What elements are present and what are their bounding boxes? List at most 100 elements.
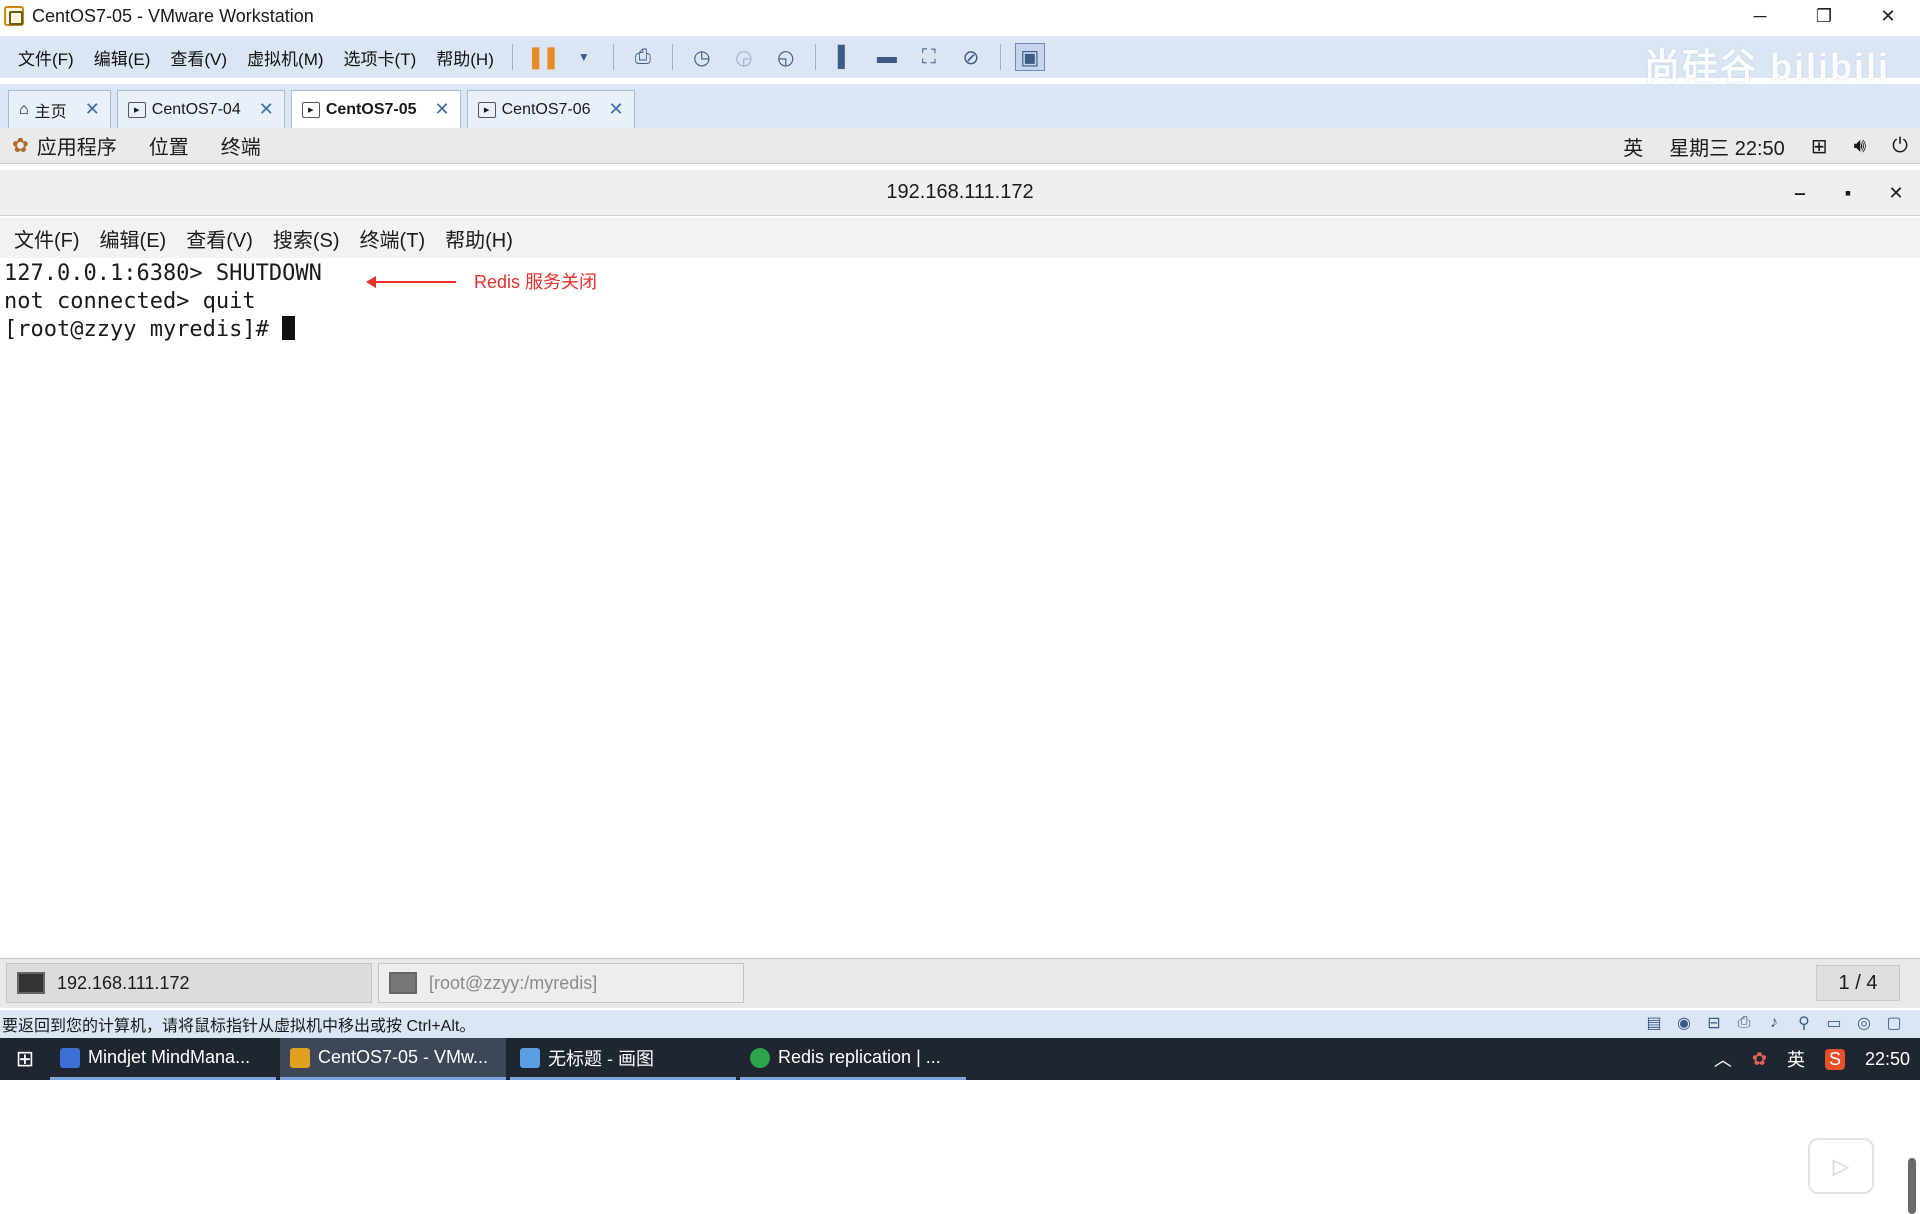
fullscreen-icon[interactable]: ⛶ bbox=[914, 43, 944, 71]
annotation: Redis 服务关闭 bbox=[366, 268, 597, 296]
taskbar-item-vmware[interactable]: CentOS7-05 - VMw... bbox=[280, 1038, 506, 1080]
snapshot-manager-icon[interactable]: ◵ bbox=[771, 43, 801, 71]
arrow-left-icon bbox=[366, 276, 456, 288]
tab-centos7-04[interactable]: ▸ CentOS7-04 ✕ bbox=[116, 90, 285, 128]
menu-file[interactable]: 文件(F) bbox=[8, 45, 84, 70]
chevron-up-icon[interactable]: ︿ bbox=[1714, 1046, 1732, 1072]
vm-tabbar: ⌂ 主页 ✕ ▸ CentOS7-04 ✕ ▸ CentOS7-05 ✕ ▸ C… bbox=[0, 84, 1920, 128]
sound-card-icon[interactable]: ♪ bbox=[1762, 1012, 1786, 1034]
taskbar-item-mindjet[interactable]: Mindjet MindMana... bbox=[50, 1038, 276, 1080]
terminal-title: 192.168.111.172 bbox=[886, 181, 1034, 203]
power-icon[interactable]: ⏻ bbox=[1892, 135, 1908, 158]
paint-icon bbox=[520, 1047, 540, 1068]
usb-icon[interactable]: ⚲ bbox=[1792, 1012, 1816, 1034]
taskbar-item-label: CentOS7-05 - VMw... bbox=[318, 1047, 489, 1067]
terminal-menu-search[interactable]: 搜索(S) bbox=[273, 224, 340, 253]
tray-app-icon[interactable]: ✿ bbox=[1752, 1049, 1767, 1070]
message-icon[interactable]: ▢ bbox=[1882, 1012, 1906, 1034]
window-list-label: 192.168.111.172 bbox=[57, 972, 190, 993]
window-list-item[interactable]: 192.168.111.172 bbox=[6, 963, 372, 1003]
input-method-indicator[interactable]: 英 bbox=[1623, 132, 1643, 161]
send-ctrl-alt-del-icon[interactable]: ⎙ bbox=[628, 43, 658, 71]
settings-icon[interactable]: ◎ bbox=[1852, 1012, 1876, 1034]
terminal-menu-edit[interactable]: 编辑(E) bbox=[100, 224, 167, 253]
close-button[interactable]: ✕ bbox=[1856, 0, 1920, 32]
toolbar-separator bbox=[999, 44, 1001, 70]
unity-icon[interactable]: ⊘ bbox=[956, 43, 986, 71]
clock[interactable]: 星期三 22:50 bbox=[1669, 132, 1785, 161]
close-tab-icon[interactable]: ✕ bbox=[609, 99, 624, 120]
tab-label: 主页 bbox=[34, 103, 67, 121]
revert-snapshot-icon[interactable]: ◶ bbox=[729, 43, 759, 71]
tab-label: CentOS7-04 bbox=[151, 100, 241, 118]
minimize-button[interactable]: ─ bbox=[1728, 0, 1792, 32]
terminal-maximize-button[interactable]: ▪ bbox=[1824, 170, 1872, 216]
toolbar-separator bbox=[612, 44, 614, 70]
taskbar-item-paint[interactable]: 无标题 - 画图 bbox=[510, 1038, 736, 1080]
terminal-menu-view[interactable]: 查看(V) bbox=[186, 224, 253, 253]
restore-button[interactable]: ❐ bbox=[1792, 0, 1856, 32]
display-icon[interactable]: ▭ bbox=[1822, 1012, 1846, 1034]
taskbar-item-chrome[interactable]: Redis replication | ... bbox=[740, 1038, 966, 1080]
scrollbar[interactable] bbox=[1908, 1158, 1916, 1214]
terminal-window-list: 192.168.111.172 [root@zzyy:/myredis] 1 /… bbox=[0, 958, 1920, 1008]
hard-disk-icon[interactable]: ▤ bbox=[1642, 1012, 1666, 1034]
taskbar-item-label: Redis replication | ... bbox=[778, 1047, 941, 1067]
menu-vm[interactable]: 虚拟机(M) bbox=[237, 45, 333, 70]
sogou-icon[interactable]: S bbox=[1824, 1048, 1845, 1070]
network-icon[interactable]: ⊞ bbox=[1811, 134, 1828, 159]
snapshot-icon[interactable]: ◷ bbox=[687, 43, 717, 71]
system-tray: ︿ ✿ 英 S 22:50 bbox=[1704, 1038, 1920, 1080]
toolbar-separator bbox=[814, 44, 816, 70]
printer-icon[interactable]: ⎙ bbox=[1732, 1012, 1756, 1034]
menu-places[interactable]: 位置 bbox=[149, 131, 189, 160]
status-message: 要返回到您的计算机，请将鼠标指针从虚拟机中移出或按 Ctrl+Alt。 bbox=[2, 1018, 476, 1035]
workspace-indicator[interactable]: 1 / 4 bbox=[1816, 965, 1900, 1001]
tab-centos7-05[interactable]: ▸ CentOS7-05 ✕ bbox=[290, 90, 461, 128]
mindjet-icon bbox=[60, 1047, 80, 1068]
terminal-output[interactable]: 127.0.0.1:6380> SHUTDOWN not connected> … bbox=[0, 258, 1920, 1214]
terminal-icon bbox=[389, 972, 417, 994]
terminal-icon bbox=[17, 972, 45, 994]
menu-terminal[interactable]: 终端 bbox=[221, 131, 261, 160]
thumbnail-bar-icon[interactable]: ▬ bbox=[872, 43, 902, 71]
close-tab-icon[interactable]: ✕ bbox=[435, 99, 450, 120]
close-tab-icon[interactable]: ✕ bbox=[259, 99, 274, 120]
vm-icon: ▸ bbox=[301, 101, 320, 118]
terminal-titlebar: 192.168.111.172 ‒ ▪ ✕ bbox=[0, 170, 1920, 216]
tab-home[interactable]: ⌂ 主页 ✕ bbox=[8, 90, 111, 128]
tab-label: CentOS7-05 bbox=[325, 100, 417, 118]
cd-rom-icon[interactable]: ◉ bbox=[1672, 1012, 1696, 1034]
tab-label: CentOS7-06 bbox=[501, 100, 591, 118]
chrome-icon bbox=[750, 1047, 770, 1068]
terminal-menu-help[interactable]: 帮助(H) bbox=[445, 224, 513, 253]
terminal-close-button[interactable]: ✕ bbox=[1872, 170, 1920, 216]
home-icon: ⌂ bbox=[19, 100, 29, 118]
terminal-menu-file[interactable]: 文件(F) bbox=[14, 224, 80, 253]
tray-clock[interactable]: 22:50 bbox=[1865, 1049, 1910, 1070]
library-icon[interactable]: ▌ bbox=[830, 43, 860, 71]
window-list-item[interactable]: [root@zzyy:/myredis] bbox=[378, 963, 744, 1003]
volume-icon[interactable]: 🔊︎ bbox=[1854, 135, 1867, 158]
network-adapter-icon[interactable]: ⊟ bbox=[1702, 1012, 1726, 1034]
tab-centos7-06[interactable]: ▸ CentOS7-06 ✕ bbox=[466, 90, 635, 128]
windows-start-icon[interactable]: ⊞ bbox=[0, 1038, 50, 1080]
close-tab-icon[interactable]: ✕ bbox=[85, 99, 100, 120]
terminal-prompt: [root@zzyy myredis]# bbox=[4, 317, 283, 342]
menu-tabs[interactable]: 选项卡(T) bbox=[334, 45, 427, 70]
terminal-menu-terminal[interactable]: 终端(T) bbox=[360, 224, 426, 253]
menu-view[interactable]: 查看(V) bbox=[160, 45, 237, 70]
vmware-icon bbox=[290, 1047, 310, 1068]
terminal-prompt-line: [root@zzyy myredis]# bbox=[4, 316, 1920, 344]
pause-icon[interactable]: ❚❚ bbox=[526, 43, 560, 71]
vm-icon: ▸ bbox=[127, 101, 146, 118]
tray-ime-indicator[interactable]: 英 bbox=[1787, 1046, 1805, 1072]
menu-edit[interactable]: 编辑(E) bbox=[84, 45, 161, 70]
menu-help[interactable]: 帮助(H) bbox=[426, 45, 504, 70]
play-icon[interactable]: ▷ bbox=[1808, 1138, 1874, 1194]
gnome-top-bar: ✿ 应用程序 位置 终端 英 星期三 22:50 ⊞ 🔊︎ ⏻ bbox=[0, 128, 1920, 164]
console-view-icon[interactable]: ▣ bbox=[1014, 43, 1045, 71]
menu-applications[interactable]: 应用程序 bbox=[37, 131, 117, 160]
dropdown-arrow-icon[interactable]: ▼ bbox=[569, 43, 599, 71]
terminal-minimize-button[interactable]: ‒ bbox=[1776, 170, 1824, 216]
